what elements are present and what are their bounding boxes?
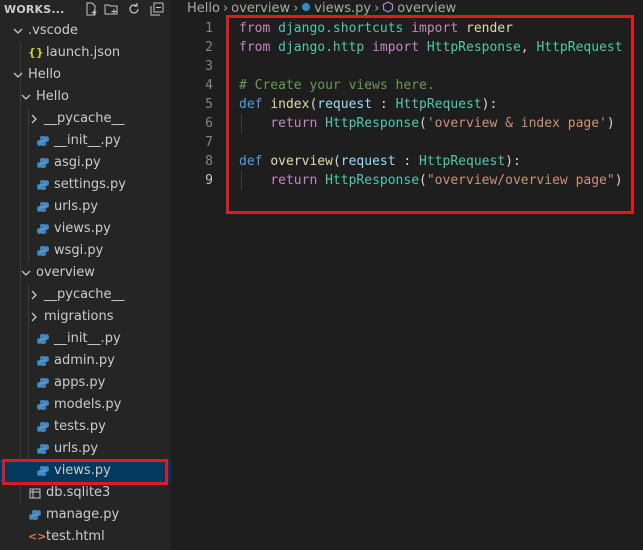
explorer-sidebar: WORKS... .vscode {} launch.json Hello Hello _… — [0, 0, 171, 550]
line-number: 1 — [205, 21, 213, 36]
tree-file[interactable]: admin.py — [0, 350, 171, 372]
editor: Hello › overview › views.py › overview 1 from d… — [171, 0, 643, 550]
tree-item-label: settings.py — [54, 177, 126, 192]
line-number: 8 — [205, 154, 213, 169]
tree-item-label: manage.py — [46, 507, 120, 522]
database-file-icon — [28, 482, 42, 504]
chevron-down-icon[interactable] — [12, 64, 24, 86]
new-folder-icon[interactable] — [104, 2, 118, 16]
python-file-icon — [36, 240, 50, 262]
python-file-icon — [36, 372, 50, 394]
tree-item-label: test.html — [46, 529, 105, 544]
tree-folder[interactable]: Hello — [0, 86, 171, 108]
python-file-icon — [36, 350, 50, 372]
workspace-title[interactable]: WORKS... — [4, 3, 65, 16]
tree-folder[interactable]: __pycache__ — [0, 284, 171, 306]
python-file-icon — [28, 504, 42, 526]
tree-folder[interactable]: __pycache__ — [0, 108, 171, 130]
code-highlight-box — [226, 15, 634, 214]
breadcrumb-separator: › — [293, 1, 299, 16]
tree-folder[interactable]: Hello — [0, 64, 171, 86]
python-file-icon — [36, 130, 50, 152]
python-file-icon — [36, 218, 50, 240]
tree-item-label: __init__.py — [54, 133, 121, 148]
line-number: 4 — [205, 78, 213, 93]
tree-folder[interactable]: .vscode — [0, 20, 171, 42]
line-number: 7 — [205, 135, 213, 150]
tree-file[interactable]: urls.py — [0, 196, 171, 218]
tree-item-label: __pycache__ — [44, 111, 125, 126]
tree-file[interactable]: <> test.html — [0, 526, 171, 548]
tree-item-label: tests.py — [54, 419, 106, 434]
tree-file[interactable]: views.py — [0, 218, 171, 240]
tree-file[interactable]: {} launch.json — [0, 42, 171, 64]
python-file-icon — [36, 196, 50, 218]
breadcrumb-item[interactable]: overview — [397, 1, 456, 16]
tree-folder[interactable]: overview — [0, 262, 171, 284]
tree-item-label: Hello — [28, 67, 61, 82]
line-number: 9 — [205, 173, 213, 188]
line-number: 6 — [205, 116, 213, 131]
breadcrumb-item[interactable]: overview — [231, 1, 290, 16]
tree-item-label: overview — [36, 265, 95, 280]
python-file-icon — [36, 416, 50, 438]
chevron-down-icon[interactable] — [20, 262, 32, 284]
collapse-all-icon[interactable] — [150, 2, 164, 16]
chevron-down-icon[interactable] — [20, 86, 32, 108]
tree-file[interactable]: __init__.py — [0, 130, 171, 152]
tree-file[interactable]: models.py — [0, 394, 171, 416]
tree-item-label: launch.json — [46, 45, 121, 60]
selection-highlight-box — [2, 459, 168, 485]
tree-item-label: wsgi.py — [54, 243, 104, 258]
tree-file[interactable]: wsgi.py — [0, 240, 171, 262]
tree-file[interactable]: apps.py — [0, 372, 171, 394]
tree-item-label: __init__.py — [54, 331, 121, 346]
python-file-icon — [36, 152, 50, 174]
symbol-method-icon — [382, 1, 394, 16]
tree-item-label: views.py — [54, 221, 111, 236]
chevron-right-icon[interactable] — [28, 306, 40, 328]
explorer-header: WORKS... — [0, 0, 171, 20]
line-number: 5 — [205, 97, 213, 112]
tree-item-label: .vscode — [28, 23, 78, 38]
tree-item-label: Hello — [36, 89, 69, 104]
line-number: 3 — [205, 59, 213, 74]
tree-item-label: asgi.py — [54, 155, 101, 170]
breadcrumb-item[interactable]: views.py — [314, 1, 371, 16]
chevron-down-icon[interactable] — [12, 20, 24, 42]
tree-file[interactable]: db.sqlite3 — [0, 482, 171, 504]
python-file-icon — [301, 1, 311, 16]
breadcrumb-item[interactable]: Hello — [187, 1, 220, 16]
tree-file[interactable]: tests.py — [0, 416, 171, 438]
tree-item-label: db.sqlite3 — [46, 485, 111, 500]
tree-file[interactable]: settings.py — [0, 174, 171, 196]
python-file-icon — [36, 328, 50, 350]
tree-file[interactable]: manage.py — [0, 504, 171, 526]
tree-folder[interactable]: migrations — [0, 306, 171, 328]
tree-item-label: models.py — [54, 397, 122, 412]
tree-item-label: urls.py — [54, 199, 99, 214]
tree-item-label: admin.py — [54, 353, 115, 368]
tree-item-label: __pycache__ — [44, 287, 125, 302]
tree-file[interactable]: urls.py — [0, 438, 171, 460]
line-number: 2 — [205, 40, 213, 55]
tree-file[interactable]: asgi.py — [0, 152, 171, 174]
json-file-icon: {} — [28, 46, 44, 59]
new-file-icon[interactable] — [84, 2, 98, 16]
chevron-right-icon[interactable] — [28, 108, 40, 130]
tree-item-label: apps.py — [54, 375, 106, 390]
breadcrumb-separator: › — [374, 1, 380, 16]
html-file-icon: <> — [28, 530, 47, 543]
refresh-icon[interactable] — [127, 2, 141, 16]
tree-item-label: migrations — [44, 309, 114, 324]
tree-item-label: urls.py — [54, 441, 99, 456]
python-file-icon — [36, 174, 50, 196]
breadcrumb-separator: › — [222, 1, 229, 16]
python-file-icon — [36, 438, 50, 460]
chevron-right-icon[interactable] — [28, 284, 40, 306]
python-file-icon — [36, 394, 50, 416]
tree-file[interactable]: __init__.py — [0, 328, 171, 350]
